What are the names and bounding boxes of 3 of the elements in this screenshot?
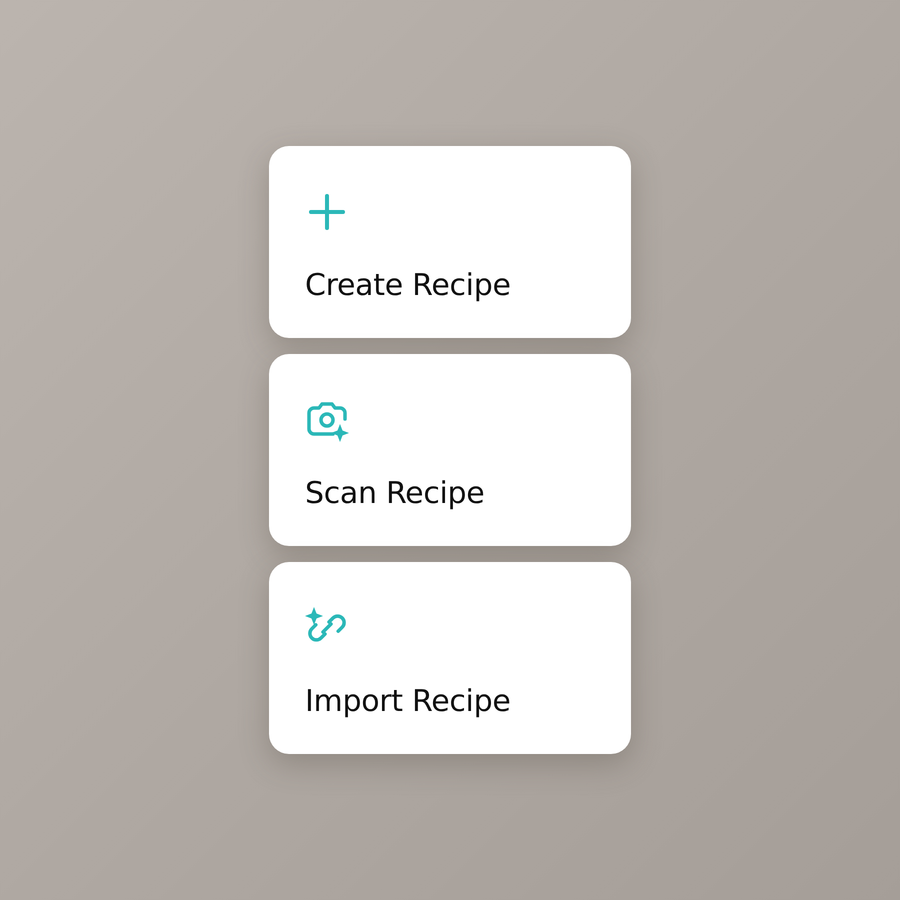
action-card[interactable]: Import Recipe [269, 562, 631, 754]
action-card[interactable]: Scan Recipe [269, 354, 631, 546]
action-card[interactable]: Create Recipe [269, 146, 631, 338]
